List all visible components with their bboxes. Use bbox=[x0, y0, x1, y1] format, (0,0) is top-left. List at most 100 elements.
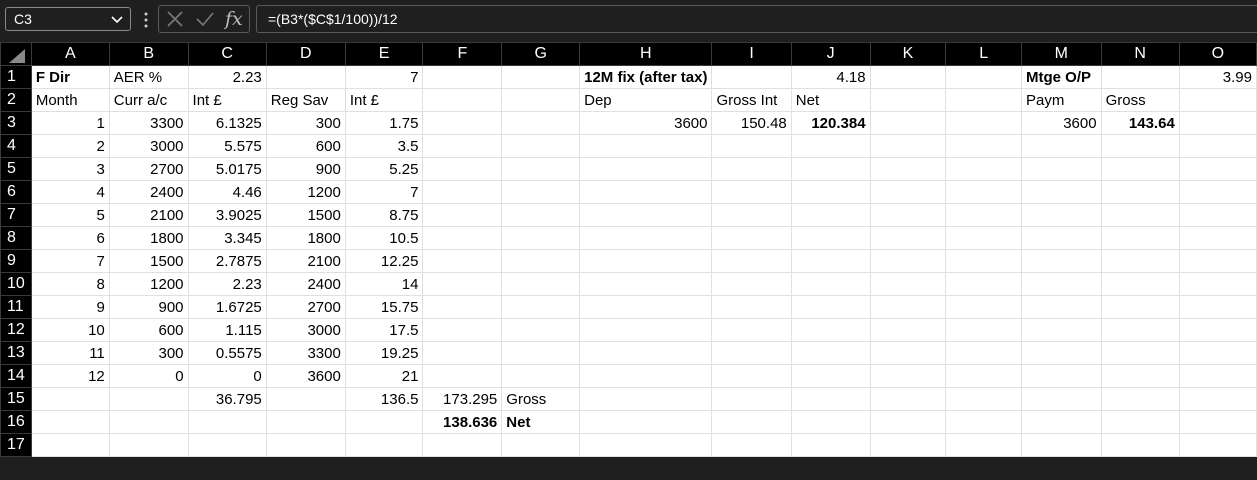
cell-L12[interactable] bbox=[945, 318, 1022, 342]
cell-L8[interactable] bbox=[945, 226, 1022, 250]
cell-N14[interactable] bbox=[1100, 364, 1180, 388]
cell-K12[interactable] bbox=[869, 318, 947, 342]
cell-A15[interactable] bbox=[30, 387, 110, 411]
check-icon[interactable] bbox=[195, 9, 215, 29]
cell-A14[interactable]: 12 bbox=[30, 364, 110, 388]
cell-C8[interactable]: 3.345 bbox=[187, 226, 267, 250]
cell-K1[interactable] bbox=[869, 65, 947, 89]
cell-C2[interactable]: Int £ bbox=[187, 88, 267, 112]
cell-G1[interactable] bbox=[501, 65, 581, 89]
cell-A2[interactable]: Month bbox=[30, 88, 110, 112]
cell-M14[interactable] bbox=[1020, 364, 1102, 388]
cell-E5[interactable]: 5.25 bbox=[344, 157, 424, 181]
cell-D9[interactable]: 2100 bbox=[265, 249, 346, 273]
cell-J11[interactable] bbox=[790, 295, 871, 319]
cell-H9[interactable] bbox=[579, 249, 713, 273]
cell-H17[interactable] bbox=[579, 433, 713, 457]
cell-F8[interactable] bbox=[422, 226, 503, 250]
cell-O13[interactable] bbox=[1178, 341, 1257, 365]
cell-L4[interactable] bbox=[945, 134, 1022, 158]
cell-I14[interactable] bbox=[711, 364, 792, 388]
cell-C10[interactable]: 2.23 bbox=[187, 272, 267, 296]
cell-E13[interactable]: 19.25 bbox=[344, 341, 424, 365]
cell-C14[interactable]: 0 bbox=[187, 364, 267, 388]
cell-L1[interactable] bbox=[945, 65, 1022, 89]
column-header-O[interactable]: O bbox=[1178, 42, 1257, 66]
cell-E17[interactable] bbox=[344, 433, 424, 457]
cell-B4[interactable]: 3000 bbox=[108, 134, 189, 158]
cell-I8[interactable] bbox=[711, 226, 792, 250]
cell-K7[interactable] bbox=[869, 203, 947, 227]
cell-F12[interactable] bbox=[422, 318, 503, 342]
row-header[interactable]: 4 bbox=[0, 134, 32, 158]
cell-G12[interactable] bbox=[501, 318, 581, 342]
cell-F14[interactable] bbox=[422, 364, 503, 388]
cell-O7[interactable] bbox=[1178, 203, 1257, 227]
cell-O16[interactable] bbox=[1178, 410, 1257, 434]
cell-N4[interactable] bbox=[1100, 134, 1180, 158]
cell-A7[interactable]: 5 bbox=[30, 203, 110, 227]
cell-E7[interactable]: 8.75 bbox=[344, 203, 424, 227]
row-header[interactable]: 10 bbox=[0, 272, 32, 296]
cell-J7[interactable] bbox=[790, 203, 871, 227]
cell-G13[interactable] bbox=[501, 341, 581, 365]
cell-C12[interactable]: 1.115 bbox=[187, 318, 267, 342]
cell-I17[interactable] bbox=[711, 433, 792, 457]
cell-L16[interactable] bbox=[945, 410, 1022, 434]
cell-I7[interactable] bbox=[711, 203, 792, 227]
cell-J15[interactable] bbox=[790, 387, 871, 411]
column-header-H[interactable]: H bbox=[579, 42, 713, 66]
cell-B1[interactable]: AER % bbox=[108, 65, 189, 89]
cell-L10[interactable] bbox=[945, 272, 1022, 296]
column-header-G[interactable]: G bbox=[501, 42, 581, 66]
cell-O6[interactable] bbox=[1178, 180, 1257, 204]
cell-B3[interactable]: 3300 bbox=[108, 111, 189, 135]
cell-A3[interactable]: 1 bbox=[30, 111, 110, 135]
cell-H7[interactable] bbox=[579, 203, 713, 227]
cell-I12[interactable] bbox=[711, 318, 792, 342]
cell-H10[interactable] bbox=[579, 272, 713, 296]
cell-E6[interactable]: 7 bbox=[344, 180, 424, 204]
cell-F15[interactable]: 173.295 bbox=[422, 387, 503, 411]
cell-A10[interactable]: 8 bbox=[30, 272, 110, 296]
cell-O9[interactable] bbox=[1178, 249, 1257, 273]
cell-N3[interactable]: 143.64 bbox=[1100, 111, 1180, 135]
cell-C6[interactable]: 4.46 bbox=[187, 180, 267, 204]
cell-D1[interactable] bbox=[265, 65, 346, 89]
cell-J2[interactable]: Net bbox=[790, 88, 871, 112]
cell-G5[interactable] bbox=[501, 157, 581, 181]
cell-L9[interactable] bbox=[945, 249, 1022, 273]
cell-L7[interactable] bbox=[945, 203, 1022, 227]
cell-G10[interactable] bbox=[501, 272, 581, 296]
cell-F5[interactable] bbox=[422, 157, 503, 181]
cell-I15[interactable] bbox=[711, 387, 792, 411]
column-header-J[interactable]: J bbox=[790, 42, 871, 66]
cell-G2[interactable] bbox=[501, 88, 581, 112]
cell-D16[interactable] bbox=[265, 410, 346, 434]
cell-A1[interactable]: F Dir bbox=[30, 65, 110, 89]
cell-O12[interactable] bbox=[1178, 318, 1257, 342]
cell-K8[interactable] bbox=[869, 226, 947, 250]
column-header-I[interactable]: I bbox=[711, 42, 792, 66]
cell-K17[interactable] bbox=[869, 433, 947, 457]
cell-E10[interactable]: 14 bbox=[344, 272, 424, 296]
cell-A6[interactable]: 4 bbox=[30, 180, 110, 204]
cell-A12[interactable]: 10 bbox=[30, 318, 110, 342]
cell-E8[interactable]: 10.5 bbox=[344, 226, 424, 250]
cell-A4[interactable]: 2 bbox=[30, 134, 110, 158]
cell-K3[interactable] bbox=[869, 111, 947, 135]
column-header-N[interactable]: N bbox=[1100, 42, 1180, 66]
cell-N11[interactable] bbox=[1100, 295, 1180, 319]
row-header[interactable]: 14 bbox=[0, 364, 32, 388]
cell-G15[interactable]: Gross bbox=[501, 387, 581, 411]
formula-input[interactable]: =(B3*($C$1/100))/12 bbox=[256, 5, 1257, 33]
cell-M5[interactable] bbox=[1020, 157, 1102, 181]
cell-A16[interactable] bbox=[30, 410, 110, 434]
cell-F4[interactable] bbox=[422, 134, 503, 158]
cell-B15[interactable] bbox=[108, 387, 189, 411]
cell-M16[interactable] bbox=[1020, 410, 1102, 434]
cell-L14[interactable] bbox=[945, 364, 1022, 388]
cell-L17[interactable] bbox=[945, 433, 1022, 457]
cell-I11[interactable] bbox=[711, 295, 792, 319]
row-header[interactable]: 8 bbox=[0, 226, 32, 250]
